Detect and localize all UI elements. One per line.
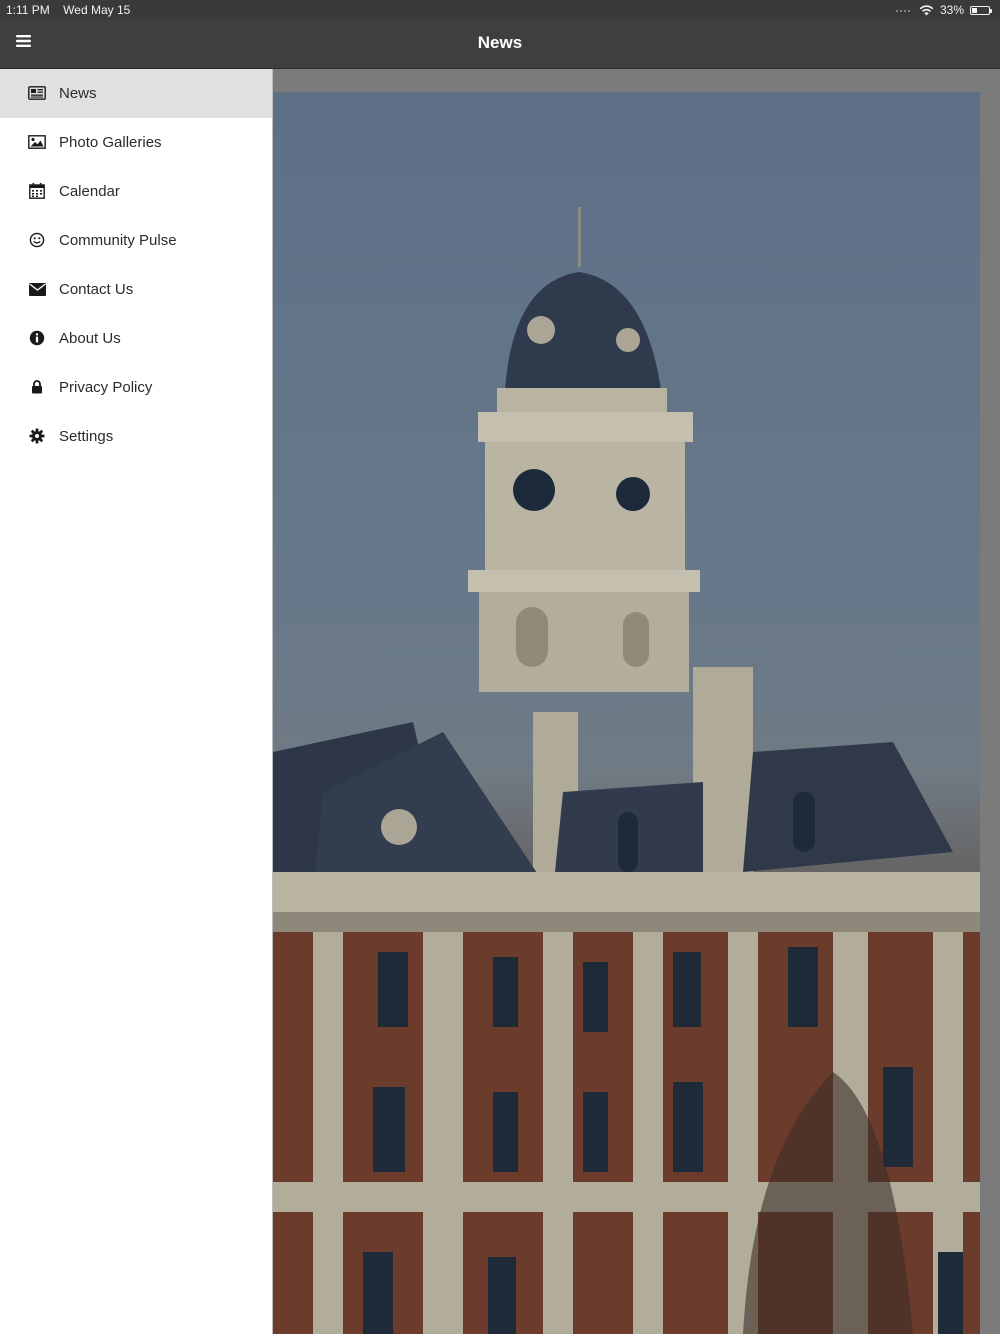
drawer-item-label: Settings	[59, 428, 114, 445]
drawer-item-label: Photo Galleries	[59, 134, 162, 151]
drawer-item-community-pulse[interactable]: Community Pulse	[0, 216, 272, 265]
drawer-item-contact-us[interactable]: Contact Us	[0, 265, 272, 314]
content-area[interactable]	[273, 69, 1000, 1334]
drawer-item-label: Privacy Policy	[59, 379, 153, 396]
battery-percent: 33%	[939, 3, 964, 17]
calendar-icon	[28, 182, 46, 200]
battery-icon	[970, 5, 992, 15]
status-left: 1:11 PM Wed May 15	[6, 3, 140, 17]
nav-bar: News	[0, 20, 1000, 69]
envelope-icon	[28, 280, 46, 298]
drawer-item-label: About Us	[59, 330, 121, 347]
status-right: 33%	[895, 3, 992, 17]
drawer-item-news[interactable]: News	[0, 69, 272, 118]
signal-dots-icon	[895, 10, 910, 12]
drawer-item-label: Calendar	[59, 183, 120, 200]
hero-image-courthouse[interactable]	[273, 92, 980, 1334]
status-bar: 1:11 PM Wed May 15 33%	[0, 0, 1000, 20]
status-time: 1:11 PM	[6, 3, 50, 17]
image-icon	[28, 133, 46, 151]
drawer-item-calendar[interactable]: Calendar	[0, 167, 272, 216]
lock-icon	[28, 378, 46, 396]
courthouse-illustration	[273, 207, 980, 1334]
info-icon	[28, 329, 46, 347]
wifi-icon	[919, 4, 934, 15]
drawer-item-label: Community Pulse	[59, 232, 177, 249]
drawer-item-label: Contact Us	[59, 281, 134, 298]
drawer-item-about-us[interactable]: About Us	[0, 314, 272, 363]
page-title: News	[477, 33, 523, 52]
gear-icon	[28, 427, 46, 445]
drawer-item-photo-galleries[interactable]: Photo Galleries	[0, 118, 272, 167]
side-drawer: News Photo Galleries Calendar Community …	[0, 69, 273, 1334]
smiley-icon	[28, 231, 46, 249]
drawer-item-label: News	[59, 85, 97, 102]
battery-level	[972, 7, 977, 13]
drawer-item-privacy-policy[interactable]: Privacy Policy	[0, 363, 272, 412]
newspaper-icon	[28, 84, 46, 102]
status-date: Wed May 15	[63, 3, 131, 17]
drawer-item-settings[interactable]: Settings	[0, 412, 272, 461]
